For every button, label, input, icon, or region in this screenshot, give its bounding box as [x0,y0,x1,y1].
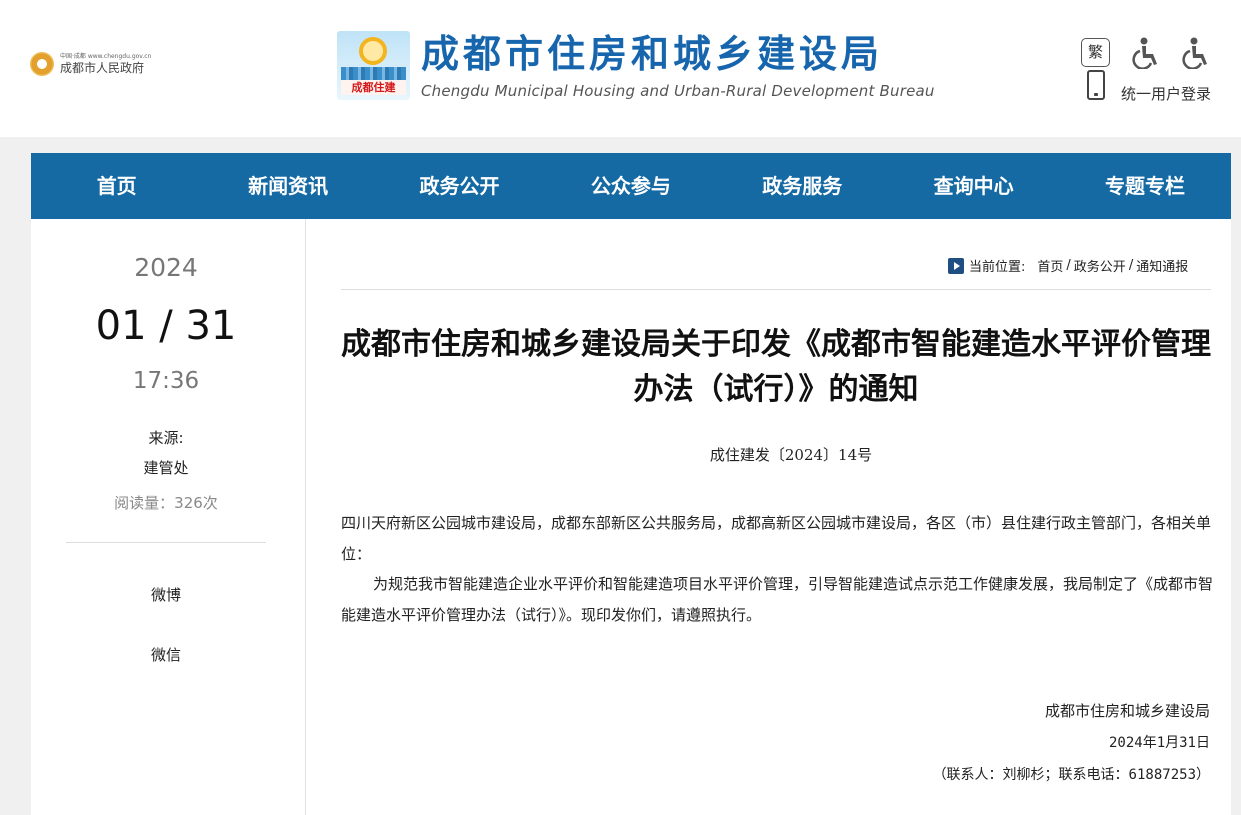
nav-item-special-topics[interactable]: 专题专栏 [1059,153,1230,219]
breadcrumb-item-home[interactable]: 首页 [1037,256,1063,275]
gov-logo-text: 中国·成都 www.chengdu.gov.cn 成都市人民政府 [60,52,151,76]
sun-emblem-icon [359,37,387,65]
nav-item-news[interactable]: 新闻资讯 [202,153,373,219]
mobile-icon[interactable] [1087,70,1105,100]
source-value: 建管处 [143,459,189,477]
site-header: 中国·成都 www.chengdu.gov.cn 成都市人民政府 成都住建 成都… [0,0,1241,137]
document-number: 成住建发〔2024〕14号 [709,446,873,464]
signature-organization: 成都市住房和城乡建设局 [1044,702,1210,720]
accessibility-icon[interactable] [1131,37,1161,70]
chengdu-government-logo[interactable]: 中国·成都 www.chengdu.gov.cn 成都市人民政府 [30,52,151,76]
publish-time: 17:36 [132,368,200,394]
breadcrumb: 当前位置: 首页 / 政务公开 / 通知通报 [948,256,1188,275]
main-nav: 首页 新闻资讯 政务公开 公众参与 政务服务 查询中心 专题专栏 [31,153,1231,219]
bureau-logo[interactable]: 成都住建 [337,31,410,100]
breadcrumb-item-gov-affairs[interactable]: 政务公开 [1074,256,1126,275]
nav-item-query-center[interactable]: 查询中心 [888,153,1059,219]
nav-item-gov-affairs[interactable]: 政务公开 [374,153,545,219]
breadcrumb-item-notices[interactable]: 通知通报 [1136,256,1188,275]
city-skyline-icon [341,67,406,81]
breadcrumb-separator: / [1128,258,1134,273]
accessibility-icon[interactable] [1181,37,1211,70]
contact-info: （联系人：刘柳杉；联系电话：61887253） [932,767,1210,783]
share-weibo-link[interactable]: 微博 [31,584,301,605]
article-sidebar: 2024 01 / 31 17:36 来源: 建管处 阅读量：326次 微博 微… [31,219,306,815]
article-body: 为规范我市智能建造企业水平评价和智能建造项目水平评价管理，引导智能建造试点示范工… [341,575,1214,624]
publish-year: 2024 [134,253,198,282]
bureau-logo-tag: 成都住建 [341,80,406,95]
sidebar-divider [66,542,266,543]
wheelchair-icon [1182,37,1207,70]
nav-item-public-participation[interactable]: 公众参与 [545,153,716,219]
nav-item-gov-services[interactable]: 政务服务 [717,153,888,219]
location-arrow-icon [948,257,964,274]
unified-login-link[interactable]: 统一用户登录 [1121,83,1211,104]
breadcrumb-label: 当前位置: [969,260,1026,275]
publish-date: 01 / 31 [95,303,237,349]
source-label: 来源: [148,429,184,447]
bureau-name-en: Chengdu Municipal Housing and Urban-Rura… [421,82,935,100]
gov-logo-name: 成都市人民政府 [60,61,145,75]
nav-item-home[interactable]: 首页 [31,153,202,219]
signature-date: 2024年1月31日 [1108,735,1210,751]
traditional-chinese-button[interactable]: 繁 [1081,38,1110,67]
share-weixin-link[interactable]: 微信 [31,644,301,665]
article-divider [341,289,1211,290]
article-recipients: 四川天府新区公园城市建设局，成都东部新区公共服务局，成都高新区公园城市建设局，各… [341,514,1212,563]
wheelchair-icon [1132,37,1157,70]
government-emblem-icon [30,52,54,76]
read-count: 阅读量：326次 [114,494,218,512]
gov-logo-small-text: 中国·成都 www.chengdu.gov.cn [60,53,152,60]
bureau-name-cn: 成都市住房和城乡建设局 [421,32,884,76]
article-title: 成都市住房和城乡建设局关于印发《成都市智能建造水平评价管理办法（试行）》的通知 [341,327,1211,407]
breadcrumb-separator: / [1066,258,1071,273]
